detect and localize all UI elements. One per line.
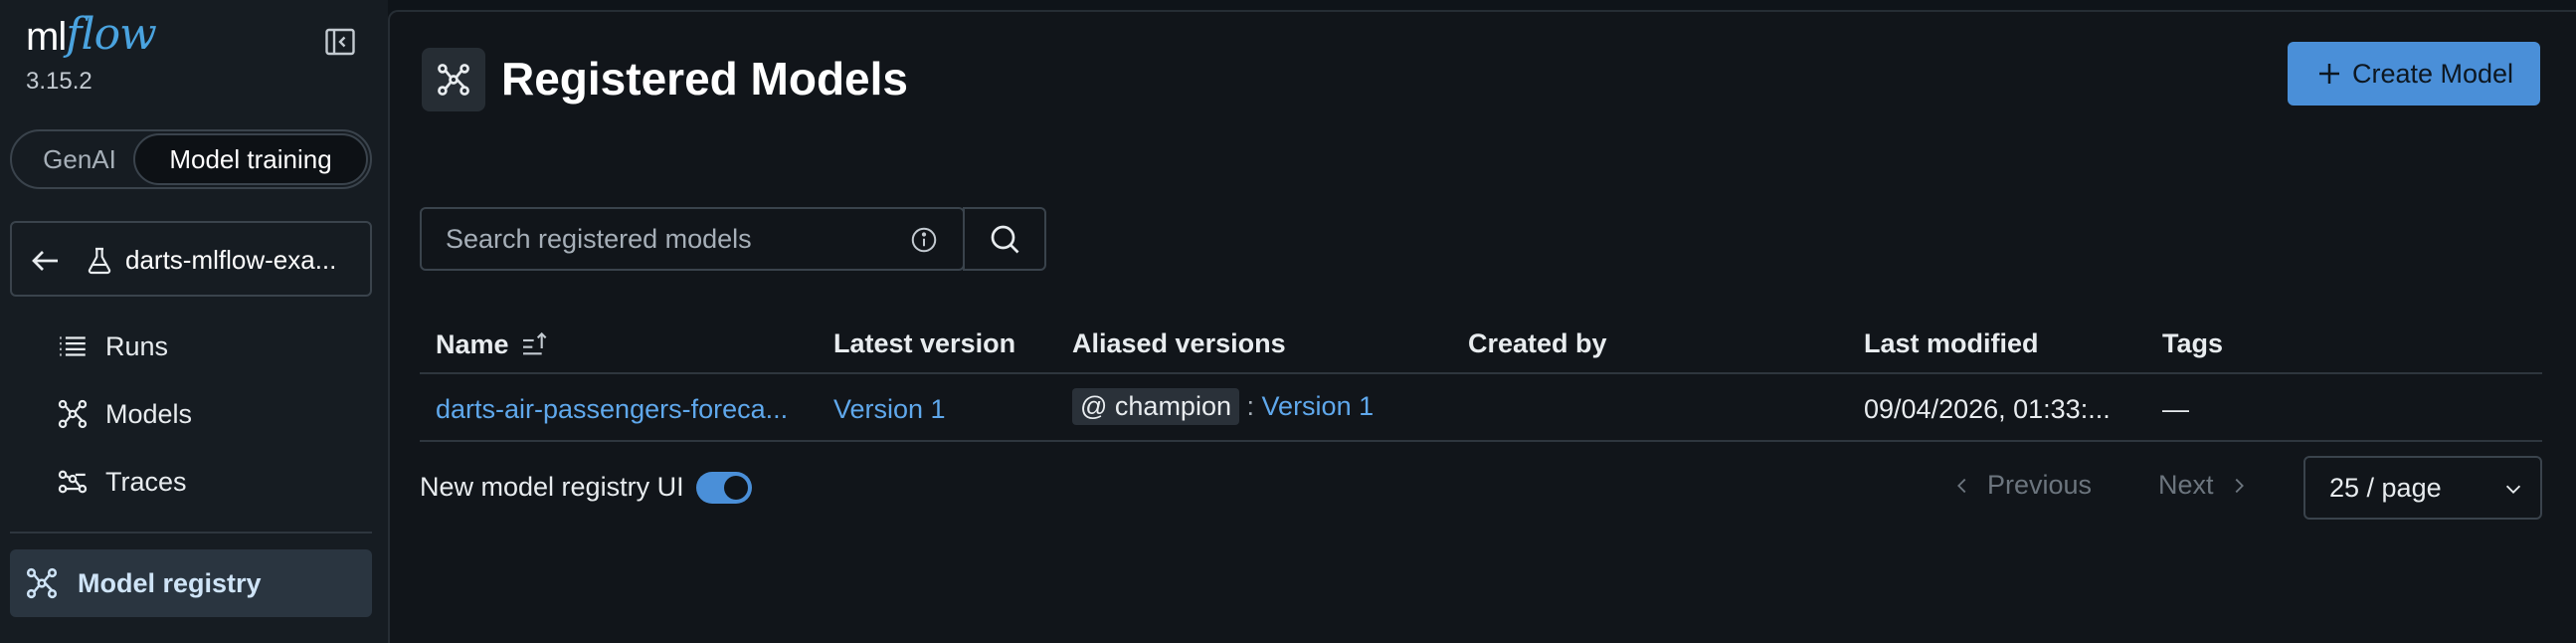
sidebar-item-model-registry-label: Model registry xyxy=(78,567,262,598)
sidebar-item-traces-label: Traces xyxy=(105,466,187,497)
logo-flow-text: flow xyxy=(66,9,157,60)
sidebar-item-models[interactable]: Models xyxy=(56,390,192,438)
last-modified-cell: 09/04/2026, 01:33:... xyxy=(1864,394,2111,424)
segment-model-training[interactable]: Model training xyxy=(133,133,368,185)
main-content: Registered Models Create Model Name Late… xyxy=(388,10,2576,643)
mlflow-logo[interactable]: ml flow xyxy=(26,8,157,60)
model-name-link[interactable]: darts-air-passengers-foreca... xyxy=(436,394,808,425)
new-registry-ui-toggle[interactable] xyxy=(696,472,752,504)
collapse-sidebar-button[interactable] xyxy=(322,24,358,60)
chevron-down-icon xyxy=(2505,485,2521,494)
sidebar-item-models-label: Models xyxy=(105,398,193,429)
column-header-tags[interactable]: Tags xyxy=(2162,328,2223,359)
table-header: Name Latest version Aliased versions Cre… xyxy=(420,311,2542,374)
column-name-label: Name xyxy=(436,328,509,359)
sidebar-item-model-registry[interactable]: Model registry xyxy=(10,549,372,617)
page-title-icon-box xyxy=(422,48,485,111)
flask-icon xyxy=(88,247,111,275)
sort-ascending-icon[interactable] xyxy=(519,328,551,360)
alias-tag[interactable]: @ champion xyxy=(1072,388,1239,425)
page-size-value: 25 / page xyxy=(2329,472,2442,503)
search-icon xyxy=(991,225,1019,254)
mode-segmented-control: GenAI Model training xyxy=(10,129,372,189)
sidebar-item-runs-label: Runs xyxy=(105,330,169,361)
chevron-right-icon xyxy=(2235,478,2244,493)
column-header-created-by[interactable]: Created by xyxy=(1468,328,1607,359)
sidebar: ml flow 3.15.2 GenAI Model training dart… xyxy=(0,0,388,643)
next-label: Next xyxy=(2158,470,2214,500)
toggle-knob xyxy=(724,476,748,500)
search-box xyxy=(420,207,965,271)
plus-icon xyxy=(2318,64,2339,84)
aliased-versions-cell: @ champion : Version 1 xyxy=(1072,388,1374,425)
table-row: darts-air-passengers-foreca... Version 1… xyxy=(420,376,2542,442)
app-version: 3.15.2 xyxy=(26,68,92,95)
list-icon xyxy=(60,336,86,356)
model-registry-icon xyxy=(26,567,58,599)
info-icon[interactable] xyxy=(909,225,939,255)
search-button[interactable] xyxy=(963,207,1046,271)
experiment-selector[interactable]: darts-mlflow-exa... xyxy=(10,221,372,297)
models-icon xyxy=(58,399,88,429)
page-size-select[interactable]: 25 / page xyxy=(2303,456,2542,520)
next-page-button[interactable]: Next xyxy=(2158,470,2250,501)
search-input[interactable] xyxy=(422,209,965,269)
previous-page-button[interactable]: Previous xyxy=(1951,470,2092,501)
model-registry-icon xyxy=(438,64,469,96)
logo-ml-text: ml xyxy=(26,15,67,59)
column-header-name[interactable]: Name xyxy=(436,328,551,360)
sidebar-collapse-icon xyxy=(325,28,355,56)
experiment-name: darts-mlflow-exa... xyxy=(125,245,337,275)
latest-version-link[interactable]: Version 1 xyxy=(833,394,946,425)
column-header-latest-version[interactable]: Latest version xyxy=(833,328,1015,359)
sidebar-item-traces[interactable]: Traces xyxy=(56,458,187,506)
tags-cell: — xyxy=(2162,394,2189,424)
column-header-aliased-versions[interactable]: Aliased versions xyxy=(1072,328,1286,359)
page-title: Registered Models xyxy=(501,53,908,105)
alias-version-link[interactable]: Version 1 xyxy=(1262,391,1375,421)
sidebar-divider xyxy=(10,532,372,534)
new-registry-ui-label: New model registry UI xyxy=(420,472,684,502)
create-model-button[interactable]: Create Model xyxy=(2288,42,2540,106)
arrow-left-icon[interactable] xyxy=(28,243,64,279)
segment-genai[interactable]: GenAI xyxy=(24,139,135,179)
sidebar-item-runs[interactable]: Runs xyxy=(56,322,168,370)
traces-icon xyxy=(58,470,88,494)
previous-label: Previous xyxy=(1987,470,2093,500)
column-header-last-modified[interactable]: Last modified xyxy=(1864,328,2039,359)
alias-separator: : xyxy=(1246,391,1255,421)
create-model-label: Create Model xyxy=(2351,58,2514,89)
chevron-left-icon xyxy=(1957,478,1966,493)
